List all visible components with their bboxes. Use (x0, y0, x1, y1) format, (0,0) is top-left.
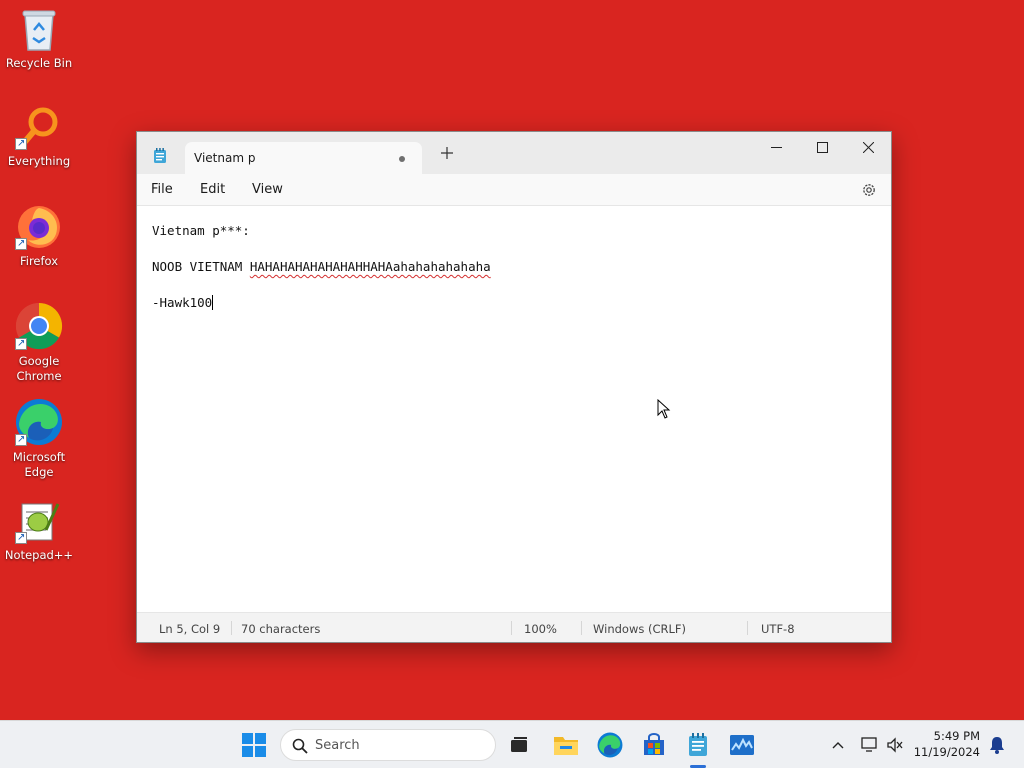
desktop-icon-microsoft-edge[interactable]: Microsoft Edge (1, 398, 77, 480)
desktop-icon-label: Firefox (19, 254, 59, 268)
unsaved-dot-icon[interactable] (399, 156, 405, 162)
encoding[interactable]: UTF-8 (761, 622, 795, 636)
misspelled-word: HAHAHAHAHAHAHAHHAHAahahahahahaha (249, 259, 491, 274)
desktop-icon-label: Google Chrome (16, 354, 62, 383)
taskbar-edge[interactable] (596, 731, 624, 759)
menu-edit[interactable]: Edit (200, 182, 225, 197)
notepad-window: Vietnam p File Edit View Vietnam p***: N… (136, 131, 892, 643)
shortcut-arrow-icon (15, 432, 27, 447)
close-icon (862, 141, 874, 153)
text-segment: NOOB VIETNAM (152, 259, 250, 274)
maximize-icon (816, 141, 828, 153)
plus-icon (441, 147, 453, 159)
search-placeholder: Search (315, 738, 360, 753)
taskbar-file-explorer[interactable] (552, 731, 580, 759)
gear-icon (863, 184, 875, 196)
text-line: -Hawk100 (152, 294, 876, 312)
desktop-icon-recycle-bin[interactable]: Recycle Bin (1, 8, 77, 71)
volume-button[interactable] (881, 731, 909, 759)
speaker-muted-icon (887, 737, 903, 753)
bell-icon (990, 737, 1004, 754)
search-icon (292, 738, 308, 754)
notepad-icon (689, 733, 707, 756)
taskbar-search-box[interactable]: Search (280, 729, 496, 761)
taskbar: Search 5:49 PM 11/19/2024 (0, 720, 1024, 768)
cursor-position[interactable]: Ln 5, Col 9 (159, 622, 220, 636)
desktop-icon-everything[interactable]: Everything (1, 106, 77, 169)
status-bar: Ln 5, Col 9 70 characters 100% Windows (… (137, 612, 891, 642)
resource-monitor-icon (730, 735, 754, 755)
shortcut-arrow-icon (15, 236, 27, 251)
new-tab-button[interactable] (438, 145, 456, 163)
system-clock[interactable]: 5:49 PM 11/19/2024 (914, 728, 980, 760)
notifications-button[interactable] (983, 731, 1011, 759)
title-bar[interactable]: Vietnam p (137, 132, 891, 174)
tab-title: Vietnam p (194, 151, 256, 165)
minimize-button[interactable] (753, 132, 799, 162)
menu-bar: File Edit View (137, 174, 891, 206)
shortcut-arrow-icon (15, 336, 27, 351)
folder-icon (554, 737, 578, 755)
recycle-bin-icon (22, 10, 56, 51)
text-editor[interactable]: Vietnam p***: NOOB VIETNAM HAHAHAHAHAHAH… (137, 206, 891, 612)
task-view-button[interactable] (505, 731, 533, 759)
store-icon (644, 733, 664, 755)
character-count: 70 characters (241, 622, 321, 636)
desktop-icon-notepad-plus-plus[interactable]: Notepad++ (1, 500, 77, 563)
start-button[interactable] (240, 731, 268, 759)
text-line: Vietnam p***: (152, 223, 250, 238)
minimize-icon (770, 146, 782, 148)
desktop-icon-label: Recycle Bin (5, 56, 73, 70)
shortcut-arrow-icon (15, 136, 27, 151)
desktop-icon-label: Notepad++ (4, 548, 74, 562)
taskbar-microsoft-store[interactable] (640, 731, 668, 759)
taskbar-notepad[interactable] (684, 731, 712, 759)
desktop-icon-google-chrome[interactable]: Google Chrome (1, 302, 77, 384)
task-view-icon (511, 737, 527, 752)
display-network-icon (861, 737, 877, 752)
clock-time: 5:49 PM (933, 729, 980, 743)
maximize-button[interactable] (799, 132, 845, 162)
desktop-icon-label: Microsoft Edge (12, 450, 66, 479)
mouse-pointer-icon (657, 399, 671, 419)
text-segment: -Hawk100 (152, 295, 213, 310)
close-button[interactable] (845, 132, 891, 162)
taskbar-resource-monitor[interactable] (728, 731, 756, 759)
show-hidden-icons-button[interactable] (824, 731, 852, 759)
text-caret (212, 295, 214, 310)
notepad-app-icon (154, 148, 166, 163)
zoom-level[interactable]: 100% (524, 622, 557, 636)
line-ending[interactable]: Windows (CRLF) (593, 622, 686, 636)
text-line: NOOB VIETNAM HAHAHAHAHAHAHAHHAHAahahahah… (152, 258, 876, 276)
menu-file[interactable]: File (151, 182, 173, 197)
desktop-icon-firefox[interactable]: Firefox (1, 204, 77, 269)
chevron-up-icon (832, 742, 844, 749)
desktop-icon-label: Everything (7, 154, 71, 168)
clock-date: 11/19/2024 (913, 745, 980, 759)
shortcut-arrow-icon (15, 530, 27, 545)
network-status-button[interactable] (856, 731, 884, 759)
windows-logo-icon (242, 733, 266, 757)
edge-icon (597, 732, 623, 758)
document-tab[interactable]: Vietnam p (185, 142, 422, 174)
settings-button[interactable] (861, 182, 877, 201)
menu-view[interactable]: View (252, 182, 283, 197)
